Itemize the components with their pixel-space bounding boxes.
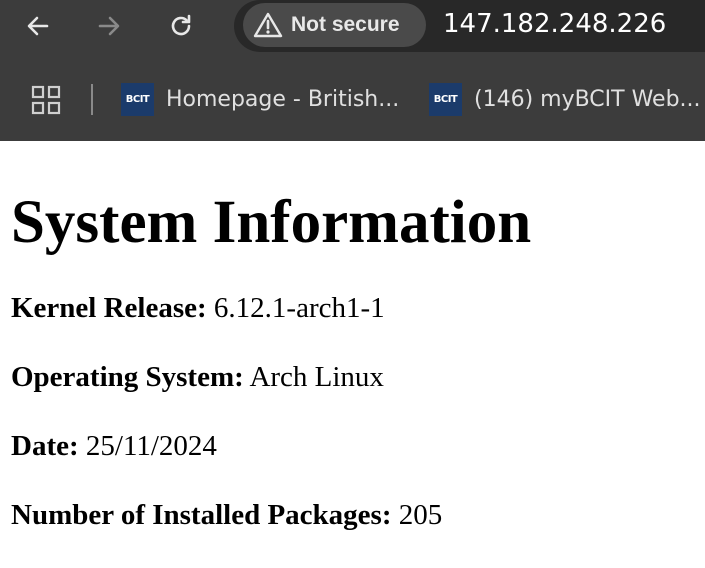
info-row-packages: Number of Installed Packages: 205	[11, 498, 705, 532]
info-key: Kernel Release:	[11, 292, 207, 324]
warning-triangle-icon	[253, 12, 283, 38]
forward-button[interactable]	[89, 6, 129, 46]
bookmark-bcit-homepage[interactable]: BCIT Homepage - British...	[121, 79, 399, 119]
back-button[interactable]	[18, 6, 58, 46]
info-row-kernel: Kernel Release: 6.12.1-arch1-1	[11, 291, 705, 325]
bookmark-label: (146) myBCIT Web...	[474, 86, 701, 112]
favicon-text: BCIT	[433, 93, 458, 105]
bookmarks-bar: BCIT Homepage - British... BCIT (146) my…	[0, 52, 705, 141]
forward-arrow-icon	[98, 16, 120, 36]
browser-chrome: Not secure 147.182.248.226 BCIT Homepage…	[0, 0, 705, 141]
page-content: System Information Kernel Release: 6.12.…	[0, 188, 705, 532]
bookmarks-divider	[91, 84, 93, 115]
info-row-date: Date: 25/11/2024	[11, 429, 705, 463]
info-value: 6.12.1-arch1-1	[213, 292, 385, 324]
reload-icon	[171, 14, 191, 36]
back-arrow-icon	[27, 16, 49, 36]
bcit-favicon-icon: BCIT	[429, 82, 462, 116]
info-row-os: Operating System: Arch Linux	[11, 360, 705, 394]
bookmark-label: Homepage - British...	[166, 86, 400, 112]
info-value: 205	[398, 499, 443, 531]
favicon-text: BCIT	[125, 93, 150, 105]
url-text[interactable]: 147.182.248.226	[443, 9, 666, 39]
page-title: System Information	[11, 189, 532, 256]
reload-button[interactable]	[161, 6, 201, 46]
bookmark-mybcit[interactable]: BCIT (146) myBCIT Web...	[429, 79, 701, 119]
info-value: 25/11/2024	[85, 430, 217, 462]
apps-grid-icon[interactable]	[31, 85, 61, 115]
info-value: Arch Linux	[249, 361, 384, 393]
browser-toolbar: Not secure 147.182.248.226	[0, 0, 705, 52]
info-key: Operating System:	[11, 361, 244, 393]
site-security-chip[interactable]: Not secure	[243, 3, 426, 47]
bcit-favicon-icon: BCIT	[121, 82, 154, 116]
info-key: Number of Installed Packages:	[11, 499, 392, 531]
info-key: Date:	[11, 430, 79, 462]
security-label: Not secure	[291, 13, 400, 36]
